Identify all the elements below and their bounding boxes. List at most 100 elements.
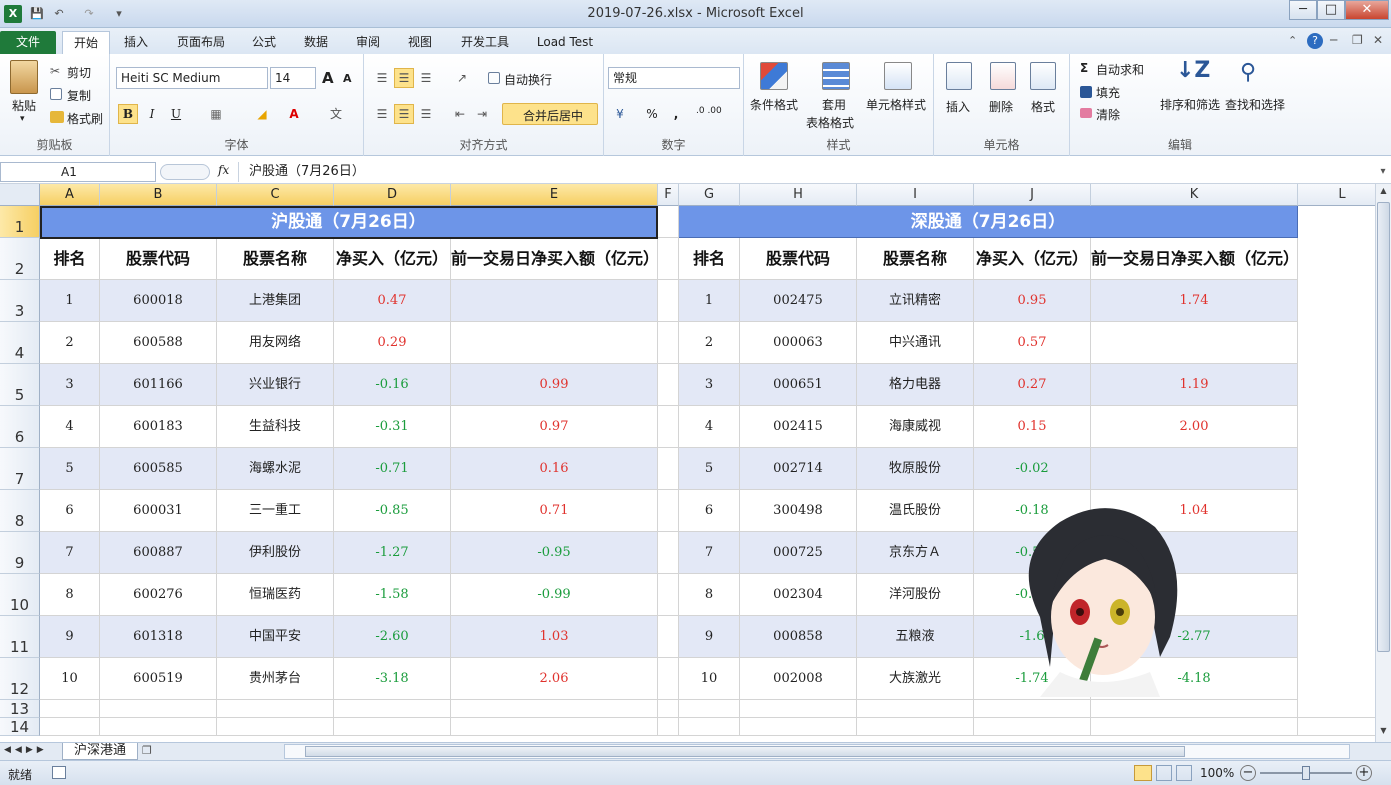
empty-cell[interactable]: [217, 718, 334, 736]
column-header-J[interactable]: J: [974, 184, 1091, 206]
column-header-G[interactable]: G: [679, 184, 740, 206]
fx-icon[interactable]: fx: [218, 163, 229, 177]
tab-insert[interactable]: 插入: [116, 31, 156, 54]
cell-styles-button[interactable]: 单元格样式: [866, 96, 926, 113]
delete-button[interactable]: 删除: [989, 98, 1013, 115]
row-header-13[interactable]: 13: [0, 700, 40, 718]
empty-cell[interactable]: [857, 718, 974, 736]
sh-cell-r8-c2[interactable]: 600276: [100, 574, 217, 616]
sz-cell-r2-c4[interactable]: 0.57: [974, 322, 1091, 364]
row-header-14[interactable]: 14: [0, 718, 40, 736]
column-header-F[interactable]: F: [658, 184, 679, 206]
cut-button[interactable]: 剪切: [67, 64, 91, 81]
sh-cell-r5-c3[interactable]: 海螺水泥: [217, 448, 334, 490]
zoom-out-icon[interactable]: −: [1240, 765, 1256, 781]
collapse-ribbon-icon[interactable]: ⌃: [1288, 34, 1302, 48]
sz-cell-r7-c3[interactable]: 京东方Ａ: [857, 532, 974, 574]
page-layout-view-icon[interactable]: [1156, 765, 1172, 781]
sz-cell-r10-c3[interactable]: 大族激光: [857, 658, 974, 700]
formula-input[interactable]: 沪股通（7月26日）: [238, 162, 1374, 182]
sz-cell-r1-c4[interactable]: 0.95: [974, 280, 1091, 322]
sh-cell-r8-c1[interactable]: 8: [40, 574, 100, 616]
sh-cell-r4-c5[interactable]: 0.97: [451, 406, 658, 448]
column-header-B[interactable]: B: [100, 184, 217, 206]
sz-cell-r9-c3[interactable]: 五粮液: [857, 616, 974, 658]
sz-cell-r9-c1[interactable]: 9: [679, 616, 740, 658]
empty-cell[interactable]: [1091, 718, 1298, 736]
empty-cell-F6[interactable]: [658, 406, 679, 448]
sz-cell-r2-c1[interactable]: 2: [679, 322, 740, 364]
horizontal-scrollbar[interactable]: [284, 744, 1350, 759]
empty-cell[interactable]: [974, 718, 1091, 736]
sh-cell-r7-c2[interactable]: 600887: [100, 532, 217, 574]
row-header-3[interactable]: 3: [0, 280, 40, 322]
sh-cell-r2-c2[interactable]: 600588: [100, 322, 217, 364]
sh-cell-r5-c4[interactable]: -0.71: [334, 448, 451, 490]
sh-cell-r10-c2[interactable]: 600519: [100, 658, 217, 700]
sz-cell-r5-c1[interactable]: 5: [679, 448, 740, 490]
sh-cell-r3-c2[interactable]: 601166: [100, 364, 217, 406]
empty-cell[interactable]: [451, 700, 658, 718]
sh-cell-r4-c1[interactable]: 4: [40, 406, 100, 448]
sz-header-1[interactable]: 股票代码: [740, 238, 857, 280]
sh-cell-r4-c2[interactable]: 600183: [100, 406, 217, 448]
sh-cell-r10-c1[interactable]: 10: [40, 658, 100, 700]
sz-cell-r1-c2[interactable]: 002475: [740, 280, 857, 322]
empty-cell-F13[interactable]: [658, 700, 679, 718]
minimize-button[interactable]: ─: [1289, 0, 1317, 20]
paste-button[interactable]: 粘贴: [12, 97, 36, 114]
sh-title-cell[interactable]: 沪股通（7月26日）: [40, 206, 658, 238]
empty-cell[interactable]: [334, 718, 451, 736]
sh-cell-r9-c1[interactable]: 9: [40, 616, 100, 658]
sz-cell-r6-c3[interactable]: 温氏股份: [857, 490, 974, 532]
sz-title-cell[interactable]: 深股通（7月26日）: [679, 206, 1298, 238]
sz-cell-r8-c3[interactable]: 洋河股份: [857, 574, 974, 616]
row-header-2[interactable]: 2: [0, 238, 40, 280]
format-button[interactable]: 格式: [1031, 98, 1055, 115]
sz-cell-r8-c1[interactable]: 8: [679, 574, 740, 616]
column-header-L[interactable]: L: [1298, 184, 1375, 206]
row-header-7[interactable]: 7: [0, 448, 40, 490]
sh-header-1[interactable]: 股票代码: [100, 238, 217, 280]
sz-cell-r5-c4[interactable]: -0.02: [974, 448, 1091, 490]
sh-cell-r9-c3[interactable]: 中国平安: [217, 616, 334, 658]
empty-cell[interactable]: [857, 700, 974, 718]
sh-cell-r6-c5[interactable]: 0.71: [451, 490, 658, 532]
sz-cell-r7-c1[interactable]: 7: [679, 532, 740, 574]
underline-button[interactable]: U: [166, 104, 186, 124]
sh-cell-r3-c3[interactable]: 兴业银行: [217, 364, 334, 406]
empty-cell-F5[interactable]: [658, 364, 679, 406]
sz-cell-r1-c3[interactable]: 立讯精密: [857, 280, 974, 322]
paste-dropdown-icon[interactable]: ▾: [20, 114, 25, 124]
align-left-icon[interactable]: ☰: [372, 104, 392, 124]
zoom-slider-thumb[interactable]: [1302, 766, 1310, 780]
sz-cell-r8-c2[interactable]: 002304: [740, 574, 857, 616]
empty-cell[interactable]: [100, 700, 217, 718]
empty-cell-F14[interactable]: [658, 718, 679, 736]
sz-cell-r2-c3[interactable]: 中兴通讯: [857, 322, 974, 364]
italic-button[interactable]: I: [142, 104, 162, 124]
sh-cell-r6-c3[interactable]: 三一重工: [217, 490, 334, 532]
sh-cell-r9-c5[interactable]: 1.03: [451, 616, 658, 658]
sh-cell-r7-c3[interactable]: 伊利股份: [217, 532, 334, 574]
name-box[interactable]: A1: [0, 162, 156, 182]
horizontal-scroll-thumb[interactable]: [305, 746, 1185, 757]
sz-cell-r5-c5[interactable]: [1091, 448, 1298, 490]
format-painter-button[interactable]: 格式刷: [67, 110, 103, 127]
tab-data[interactable]: 数据: [296, 31, 336, 54]
sh-header-3[interactable]: 净买入（亿元）: [334, 238, 451, 280]
sh-cell-r10-c4[interactable]: -3.18: [334, 658, 451, 700]
row-header-6[interactable]: 6: [0, 406, 40, 448]
sh-cell-r1-c5[interactable]: [451, 280, 658, 322]
sh-cell-r1-c3[interactable]: 上港集团: [217, 280, 334, 322]
column-header-E[interactable]: E: [451, 184, 658, 206]
sheet-tab-active[interactable]: 沪深港通: [62, 743, 138, 760]
doc-minimize-icon[interactable]: ─: [1330, 33, 1344, 47]
tab-developer[interactable]: 开发工具: [454, 31, 516, 54]
row-header-8[interactable]: 8: [0, 490, 40, 532]
tab-formulas[interactable]: 公式: [244, 31, 284, 54]
empty-cell[interactable]: [974, 700, 1091, 718]
sh-cell-r10-c3[interactable]: 贵州茅台: [217, 658, 334, 700]
tab-load-test[interactable]: Load Test: [530, 31, 600, 54]
clear-button[interactable]: 清除: [1096, 106, 1120, 123]
